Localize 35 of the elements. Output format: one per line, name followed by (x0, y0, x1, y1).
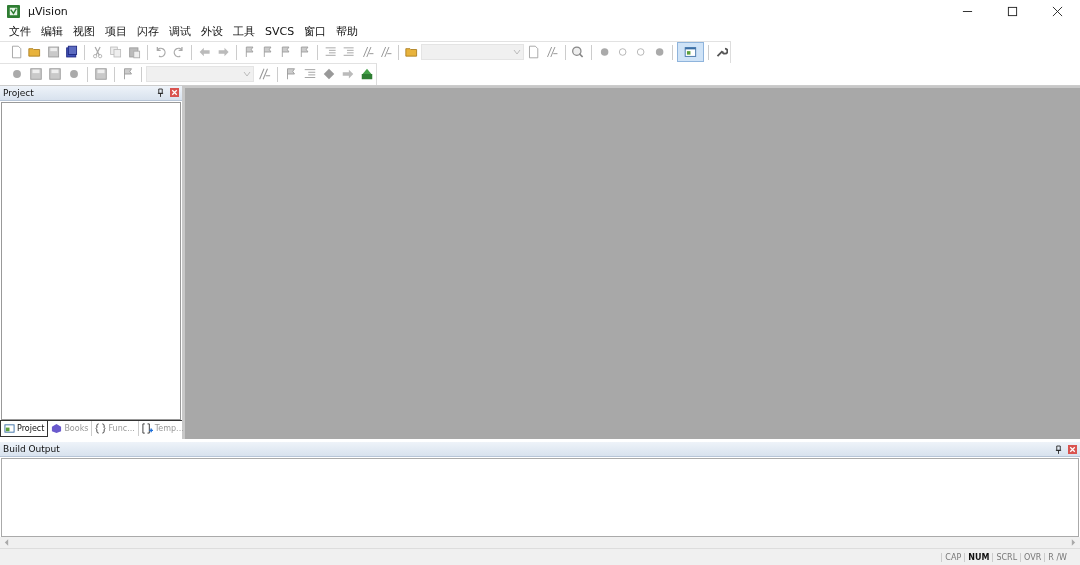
status-indicator: R /W (1044, 552, 1070, 562)
menu-item[interactable]: 调试 (164, 24, 196, 40)
status-indicator: SCRL (992, 552, 1021, 562)
brackets-plus-icon (141, 423, 153, 435)
combo-box[interactable] (421, 44, 524, 61)
app-icon (7, 4, 20, 18)
status-indicator: OVR (1020, 552, 1045, 562)
panel-title: Project (3, 87, 34, 98)
braces-icon (95, 423, 107, 435)
pin-icon[interactable] (157, 88, 164, 98)
menu-item[interactable]: 编辑 (36, 24, 68, 40)
pin-icon[interactable] (1055, 444, 1062, 454)
combo-box[interactable] (146, 66, 254, 83)
menu-item[interactable]: 外设 (196, 24, 228, 40)
horizontal-scrollbar[interactable] (0, 537, 1080, 549)
menu-item[interactable]: 项目 (100, 24, 132, 40)
menu-item[interactable]: 窗口 (299, 24, 332, 40)
scroll-left-icon[interactable] (4, 539, 9, 547)
panel-tab[interactable]: Project (0, 421, 49, 438)
menu-item[interactable]: 闪存 (132, 24, 164, 40)
menu-item[interactable]: SVCS (260, 25, 300, 39)
scroll-right-icon[interactable] (1071, 539, 1076, 547)
hexagon-icon (51, 423, 63, 435)
menu-item[interactable]: 工具 (228, 24, 260, 40)
menu-item[interactable]: 文件 (4, 24, 36, 40)
menu-item[interactable]: 视图 (68, 24, 100, 40)
maximize-icon[interactable] (1007, 5, 1018, 17)
menu-item[interactable]: 帮助 (331, 24, 364, 40)
close-icon[interactable] (1052, 5, 1063, 17)
window-icon (4, 423, 15, 435)
status-indicator: NUM (964, 552, 993, 562)
panel-title: Build Output (3, 444, 60, 455)
status-indicator: CAP (941, 552, 965, 562)
window-title: µVision (28, 4, 68, 18)
window-icon[interactable] (676, 42, 704, 63)
